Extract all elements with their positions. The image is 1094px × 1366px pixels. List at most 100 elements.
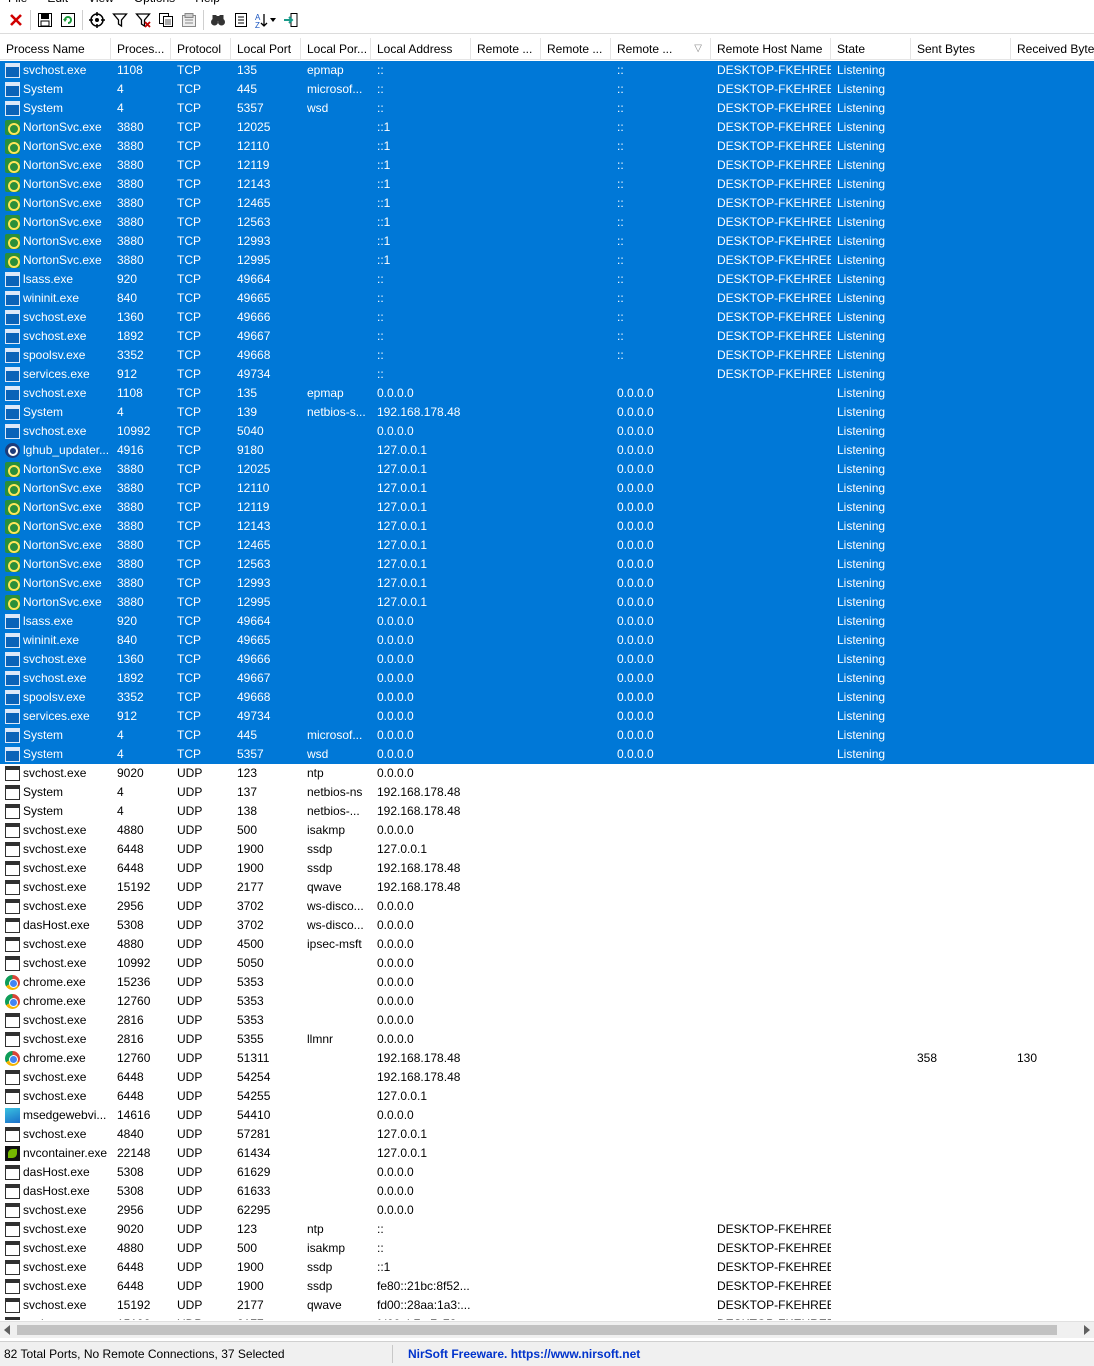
find-icon[interactable] [208,10,228,30]
table-row[interactable]: NortonSvc.exe 3880 TCP 12563 127.0.0.1 0.0.0.… [0,555,1094,574]
table-row[interactable]: System 4 TCP 139 netbios-s... 192.168.178.48 0… [0,403,1094,422]
table-row[interactable]: svchost.exe 1360 TCP 49666 0.0.0.0 0.0.0.0 Lis… [0,650,1094,669]
table-row[interactable]: svchost.exe 2816 UDP 5353 0.0.0.0 [0,1011,1094,1030]
table-row[interactable]: svchost.exe 4880 UDP 500 isakmp:: DESKTOP-FKE… [0,1239,1094,1258]
menu-options[interactable]: Options [134,0,175,5]
table-row[interactable]: dasHost.exe 5308 UDP 61633 0.0.0.0 [0,1182,1094,1201]
menu-file[interactable]: File [8,0,27,5]
table-row[interactable]: svchost.exe 6448 UDP 1900 ssdp::1 DESKTOP-FKE… [0,1258,1094,1277]
table-row[interactable]: NortonSvc.exe 3880 TCP 12025::1:: DESKTOP-FK… [0,118,1094,137]
save-icon[interactable] [35,10,55,30]
column-header-process-name[interactable]: Process Name [0,38,111,59]
column-header-local-port-name[interactable]: Local Por... [301,38,371,59]
table-row[interactable]: svchost.exe 10992 UDP 5050 0.0.0.0 [0,954,1094,973]
table-row[interactable]: msedgewebvi... 14616 UDP 54410 0.0.0.0 [0,1106,1094,1125]
column-header-state[interactable]: State [831,38,911,59]
table-row[interactable]: NortonSvc.exe 3880 TCP 12143 127.0.0.1 0.0.0.… [0,517,1094,536]
table-row[interactable]: wininit.exe 840 TCP 49665:::: DESKTOP-FKEHRE… [0,289,1094,308]
table-row[interactable]: svchost.exe 6448 UDP 1900 ssdp fe80::21bc:8f5… [0,1277,1094,1296]
column-header-sent-bytes[interactable]: Sent Bytes [911,38,1011,59]
menu-view[interactable]: View [88,0,114,5]
table-row[interactable]: NortonSvc.exe 3880 TCP 12025 127.0.0.1 0.0.0.… [0,460,1094,479]
table-row[interactable]: chrome.exe 15236 UDP 5353 0.0.0.0 [0,973,1094,992]
scroll-thumb[interactable] [17,1325,1057,1335]
table-row[interactable]: NortonSvc.exe 3880 TCP 12143::1:: DESKTOP-FK… [0,175,1094,194]
menu-help[interactable]: Help [195,0,220,5]
refresh-icon[interactable] [58,10,78,30]
menu-edit[interactable]: Edit [47,0,68,5]
column-header-remote-port[interactable]: Remote ... [471,38,541,59]
column-header-remote-host-name[interactable]: Remote Host Name [711,38,831,59]
table-row[interactable]: svchost.exe 1360 TCP 49666:::: DESKTOP-FKEHR… [0,308,1094,327]
table-row[interactable]: svchost.exe 4840 UDP 57281 127.0.0.1 [0,1125,1094,1144]
filter-icon[interactable] [110,10,130,30]
column-header-remote-port-name[interactable]: Remote ... [541,38,611,59]
table-row[interactable]: NortonSvc.exe 3880 TCP 12993 127.0.0.1 0.0.0.… [0,574,1094,593]
target-icon[interactable] [87,10,107,30]
table-row[interactable]: NortonSvc.exe 3880 TCP 12995::1:: DESKTOP-FK… [0,251,1094,270]
table-row[interactable]: services.exe 912 TCP 49734 0.0.0.0 0.0.0.0 Lis… [0,707,1094,726]
horizontal-scrollbar[interactable] [0,1321,1094,1338]
filter-options-icon[interactable] [133,10,153,30]
table-row[interactable]: NortonSvc.exe 3880 TCP 12110 127.0.0.1 0.0.0.… [0,479,1094,498]
table-row[interactable]: System 4 TCP 445 microsof... 0.0.0.0 0.0.0.0 Li… [0,726,1094,745]
table-row[interactable]: dasHost.exe 5308 UDP 61629 0.0.0.0 [0,1163,1094,1182]
table-row[interactable]: svchost.exe 15192 UDP 2177 qwave fd00::b7a:7c… [0,1315,1094,1320]
table-row[interactable]: NortonSvc.exe 3880 TCP 12995 127.0.0.1 0.0.0.… [0,593,1094,612]
table-row[interactable]: wininit.exe 840 TCP 49665 0.0.0.0 0.0.0.0 List… [0,631,1094,650]
ports-list[interactable]: svchost.exe 1108 TCP 135 epmap:::: DESKTOP-FK… [0,61,1094,1320]
table-row[interactable]: svchost.exe 9020 UDP 123 ntp:: DESKTOP-FKEHRE… [0,1220,1094,1239]
table-row[interactable]: svchost.exe 15192 UDP 2177 qwave fd00::28aa:1… [0,1296,1094,1315]
table-row[interactable]: System 4 UDP 138 netbios-... 192.168.178.48 [0,802,1094,821]
table-row[interactable]: NortonSvc.exe 3880 TCP 12993::1:: DESKTOP-FK… [0,232,1094,251]
table-row[interactable]: System 4 TCP 5357 wsd:::: DESKTOP-FKEHREB List… [0,99,1094,118]
table-row[interactable]: nvcontainer.exe 22148 UDP 61434 127.0.0.1 [0,1144,1094,1163]
table-row[interactable]: svchost.exe 4880 UDP 4500 ipsec-msft 0.0.0.0 [0,935,1094,954]
column-header-local-port[interactable]: Local Port [231,38,301,59]
column-header-protocol[interactable]: Protocol [171,38,231,59]
table-row[interactable]: svchost.exe 2816 UDP 5355 llmnr 0.0.0.0 [0,1030,1094,1049]
table-row[interactable]: NortonSvc.exe 3880 TCP 12119::1:: DESKTOP-FK… [0,156,1094,175]
properties-icon[interactable] [179,10,199,30]
column-header-remote-address[interactable]: Remote ... ▽ [611,38,711,59]
html-report-icon[interactable] [231,10,251,30]
scroll-left-icon[interactable] [4,1325,10,1335]
table-row[interactable]: dasHost.exe 5308 UDP 3702 ws-disco... 0.0.0.0 [0,916,1094,935]
table-row[interactable]: svchost.exe 1108 TCP 135 epmap:::: DESKTOP-FK… [0,61,1094,80]
table-row[interactable]: lghub_updater... 4916 TCP 9180 127.0.0.1 0.0.… [0,441,1094,460]
table-row[interactable]: lsass.exe 920 TCP 49664:::: DESKTOP-FKEHREB L… [0,270,1094,289]
nirsoft-link[interactable]: NirSoft Freeware. https://www.nirsoft.ne… [408,1342,640,1366]
column-header-received-bytes[interactable]: Received Bytes [1011,38,1094,59]
table-row[interactable]: System 4 TCP 445 microsof...:::: DESKTOP-FKEH… [0,80,1094,99]
column-header-local-address[interactable]: Local Address [371,38,471,59]
table-row[interactable]: svchost.exe 1892 TCP 49667 0.0.0.0 0.0.0.0 Lis… [0,669,1094,688]
table-row[interactable]: svchost.exe 6448 UDP 54254 192.168.178.48 [0,1068,1094,1087]
table-row[interactable]: services.exe 912 TCP 49734:: DESKTOP-FKEHREB… [0,365,1094,384]
scroll-right-icon[interactable] [1084,1325,1090,1335]
table-row[interactable]: svchost.exe 6448 UDP 54255 127.0.0.1 [0,1087,1094,1106]
table-row[interactable]: NortonSvc.exe 3880 TCP 12465::1:: DESKTOP-FK… [0,194,1094,213]
table-row[interactable]: svchost.exe 6448 UDP 1900 ssdp 192.168.178.48 [0,859,1094,878]
copy-icon[interactable] [156,10,176,30]
sort-icon[interactable]: AZ [254,10,278,30]
table-row[interactable]: svchost.exe 2956 UDP 3702 ws-disco... 0.0.0.0 [0,897,1094,916]
table-row[interactable]: svchost.exe 2956 UDP 62295 0.0.0.0 [0,1201,1094,1220]
table-row[interactable]: svchost.exe 9020 UDP 123 ntp 0.0.0.0 [0,764,1094,783]
table-row[interactable]: spoolsv.exe 3352 TCP 49668 0.0.0.0 0.0.0.0 Lis… [0,688,1094,707]
table-row[interactable]: NortonSvc.exe 3880 TCP 12465 127.0.0.1 0.0.0.… [0,536,1094,555]
table-row[interactable]: lsass.exe 920 TCP 49664 0.0.0.0 0.0.0.0 Listen… [0,612,1094,631]
table-row[interactable]: chrome.exe 12760 UDP 51311 192.168.178.48 358… [0,1049,1094,1068]
table-row[interactable]: System 4 TCP 5357 wsd 0.0.0.0 0.0.0.0 Listening [0,745,1094,764]
table-row[interactable]: NortonSvc.exe 3880 TCP 12110::1:: DESKTOP-FK… [0,137,1094,156]
table-row[interactable]: svchost.exe 1892 TCP 49667:::: DESKTOP-FKEHR… [0,327,1094,346]
close-connections-icon[interactable] [6,10,26,30]
table-row[interactable]: svchost.exe 15192 UDP 2177 qwave 192.168.178.… [0,878,1094,897]
table-row[interactable]: spoolsv.exe 3352 TCP 49668:::: DESKTOP-FKEHR… [0,346,1094,365]
table-row[interactable]: System 4 UDP 137 netbios-ns 192.168.178.48 [0,783,1094,802]
exit-icon[interactable] [281,10,301,30]
column-header-process-id[interactable]: Proces... [111,38,171,59]
table-row[interactable]: svchost.exe 10992 TCP 5040 0.0.0.0 0.0.0.0 Lis… [0,422,1094,441]
table-row[interactable]: NortonSvc.exe 3880 TCP 12563::1:: DESKTOP-FK… [0,213,1094,232]
table-row[interactable]: svchost.exe 6448 UDP 1900 ssdp 127.0.0.1 [0,840,1094,859]
table-row[interactable]: svchost.exe 4880 UDP 500 isakmp 0.0.0.0 [0,821,1094,840]
